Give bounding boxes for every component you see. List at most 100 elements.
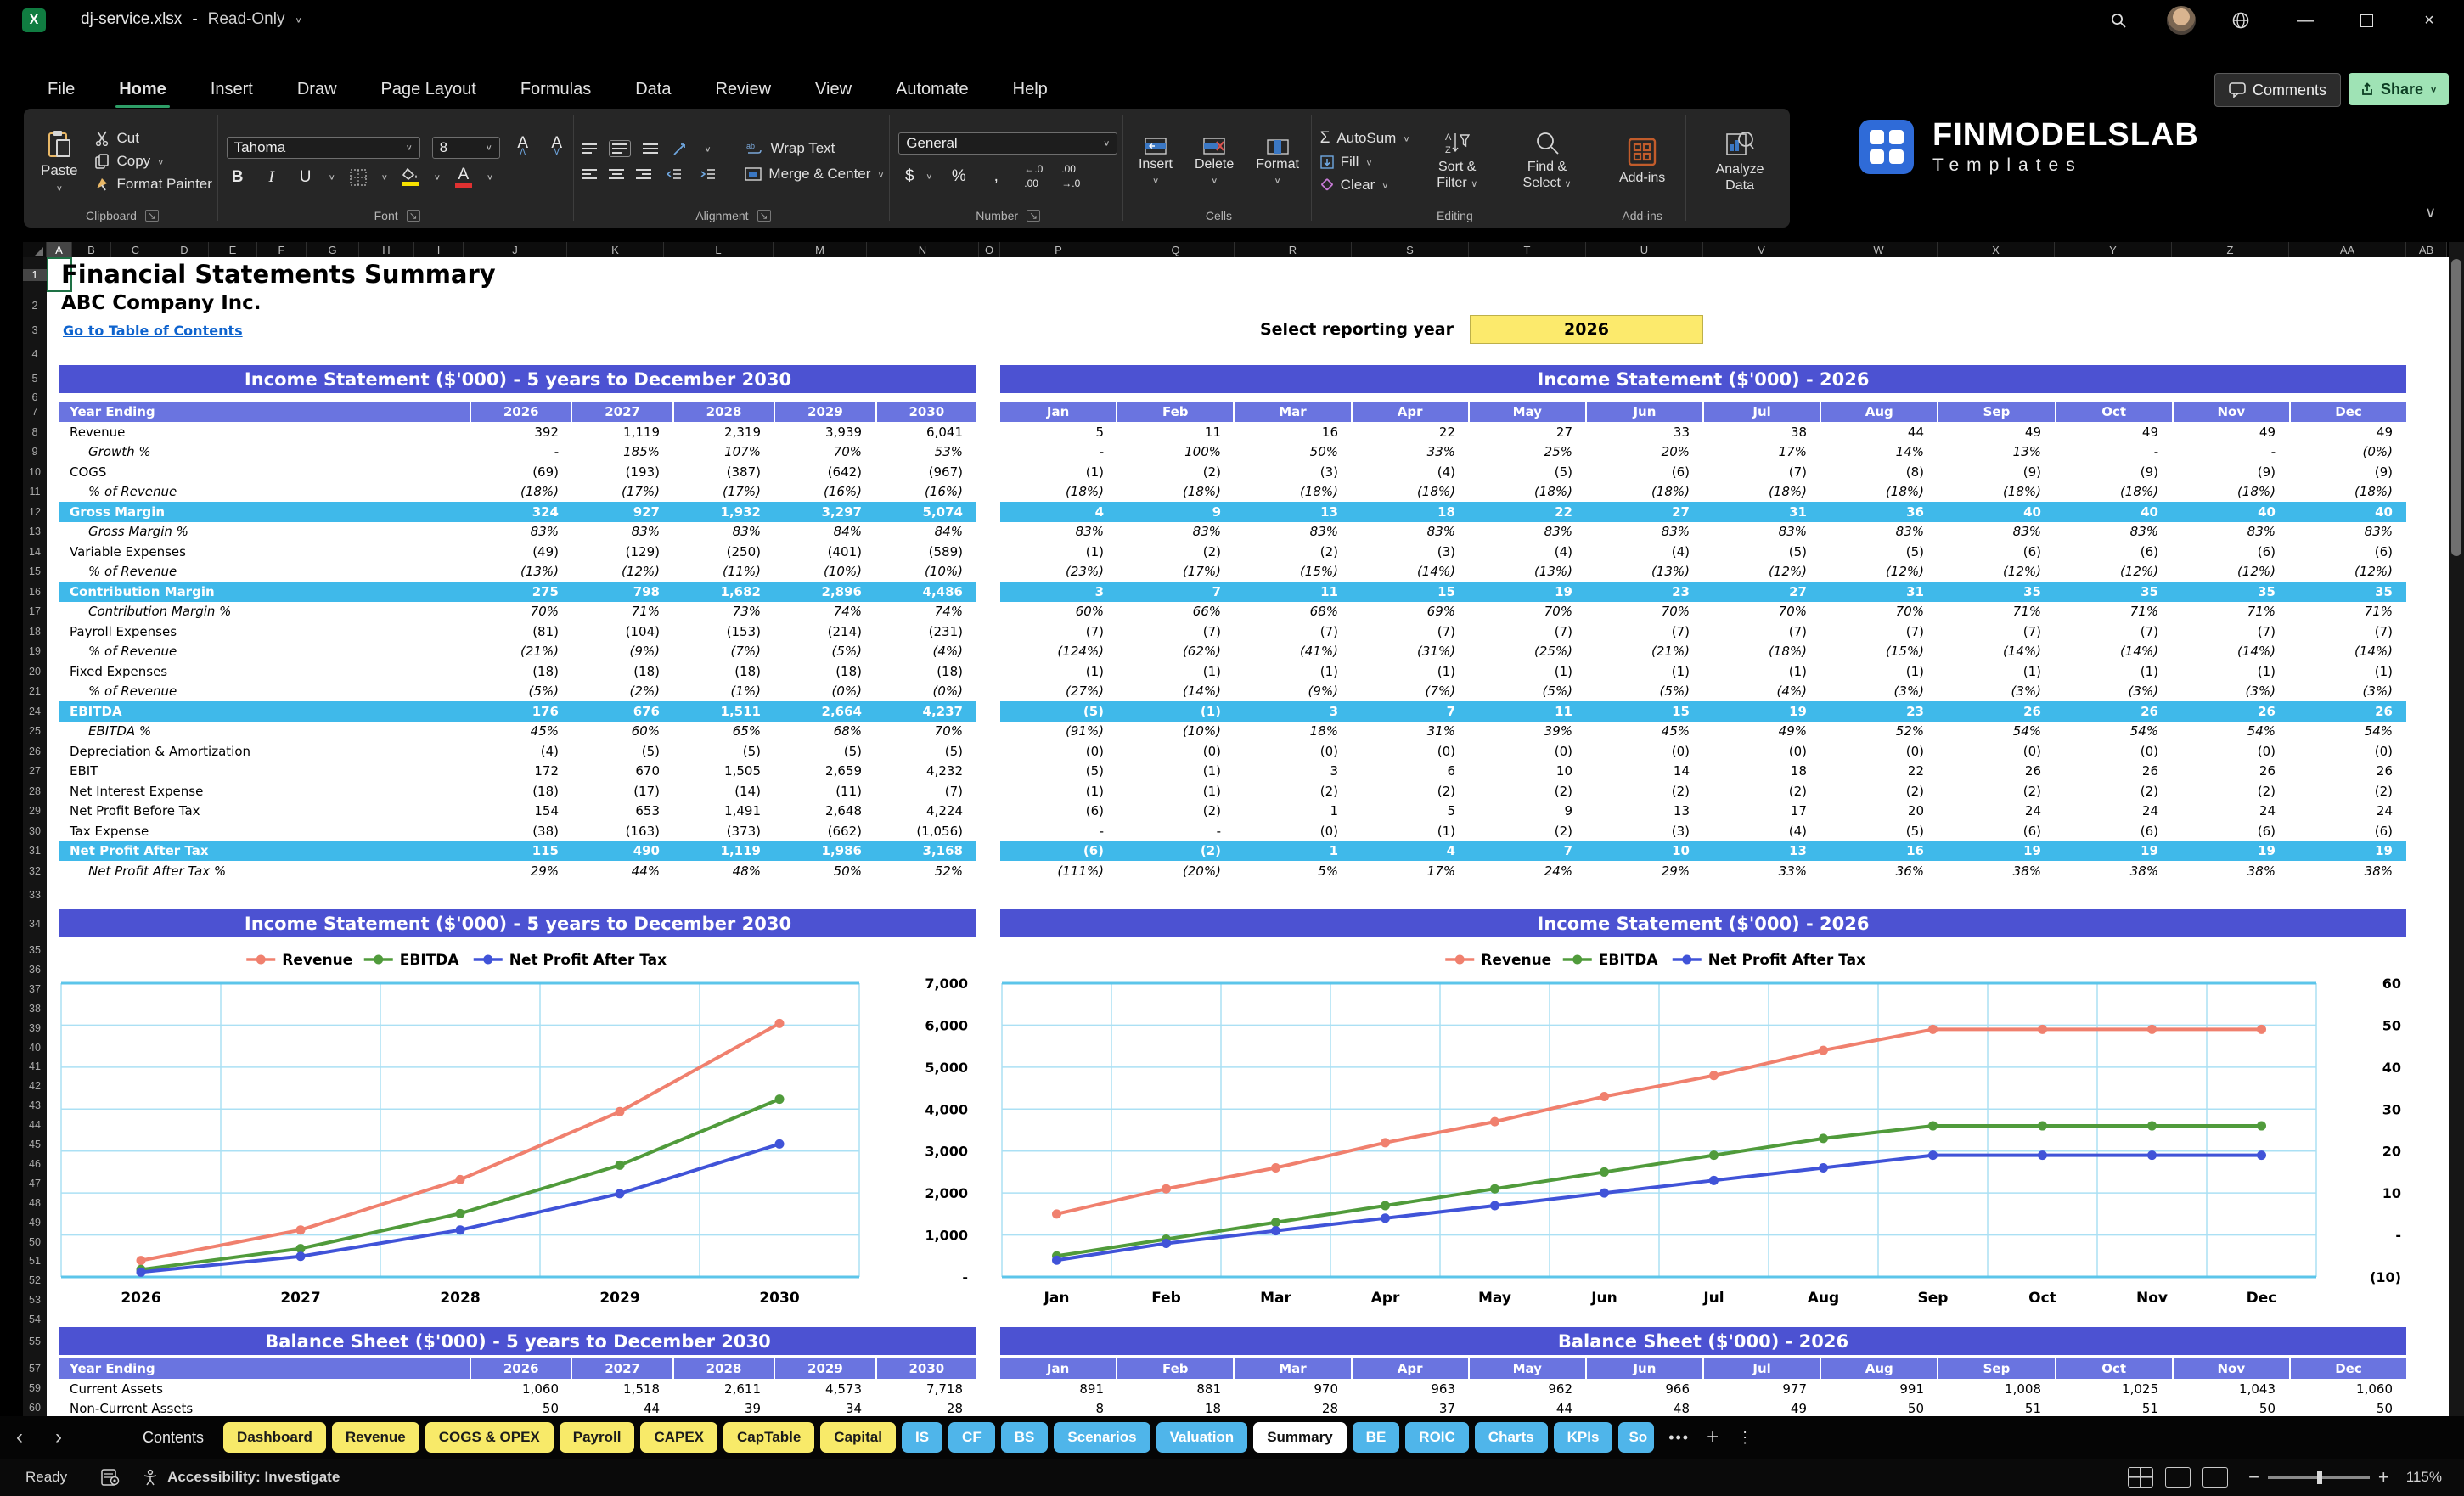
- cell[interactable]: (7): [1820, 624, 1938, 639]
- cell[interactable]: -: [471, 444, 572, 459]
- row-header-21[interactable]: 21: [23, 685, 47, 697]
- cell[interactable]: 4,486: [875, 584, 976, 599]
- cell[interactable]: 44%: [572, 863, 673, 879]
- cell[interactable]: 1: [1235, 803, 1352, 818]
- cell[interactable]: 392: [471, 425, 572, 440]
- ribbon-tab-help[interactable]: Help: [991, 75, 1070, 104]
- cell[interactable]: 1,025: [2055, 1381, 2172, 1397]
- cell[interactable]: (3%): [1820, 683, 1938, 699]
- column-header-Y[interactable]: Y: [2055, 242, 2172, 258]
- sheet-tab-payroll[interactable]: Payroll: [560, 1422, 635, 1453]
- row-label[interactable]: % of Revenue: [59, 644, 471, 659]
- row-label[interactable]: Payroll Expenses: [59, 624, 471, 639]
- sheet-tab-contents[interactable]: Contents: [129, 1422, 217, 1453]
- cell[interactable]: 107%: [673, 444, 774, 459]
- cell[interactable]: (124%): [1000, 644, 1117, 659]
- cell[interactable]: 35: [2172, 584, 2289, 599]
- sheet-nav-left[interactable]: ‹: [0, 1426, 39, 1449]
- increase-decimal-button[interactable]: ←.0.00: [1022, 162, 1044, 191]
- cell[interactable]: 54%: [1938, 723, 2055, 739]
- cell[interactable]: 28: [1235, 1401, 1352, 1416]
- alignment-dialog-launcher[interactable]: ↘: [757, 210, 771, 222]
- cell[interactable]: (6): [1938, 544, 2055, 560]
- delete-cells-button[interactable]: Delete∨: [1188, 138, 1240, 186]
- row-header-45[interactable]: 45: [23, 1139, 47, 1150]
- cell[interactable]: 14: [1586, 763, 1703, 779]
- cell[interactable]: (0): [1235, 744, 1352, 759]
- cell[interactable]: (5%): [1469, 683, 1586, 699]
- cell[interactable]: (0): [1703, 744, 1820, 759]
- cell[interactable]: (18): [673, 664, 774, 679]
- cell[interactable]: 4,224: [875, 803, 976, 818]
- cell[interactable]: 676: [572, 704, 673, 719]
- cell[interactable]: 7: [1469, 843, 1586, 858]
- cell[interactable]: 2,611: [673, 1381, 774, 1397]
- row-label[interactable]: Contribution Margin: [59, 584, 471, 599]
- italic-button[interactable]: I: [261, 170, 283, 184]
- accounting-format-button[interactable]: $: [898, 169, 920, 183]
- find-select-button[interactable]: Find & Select ∨: [1505, 130, 1589, 193]
- table-column-header[interactable]: Dec: [2291, 402, 2406, 422]
- cell[interactable]: 29%: [1586, 863, 1703, 879]
- row-header-60[interactable]: 60: [23, 1402, 47, 1414]
- decrease-decimal-button[interactable]: .00→.0: [1060, 162, 1082, 191]
- cell[interactable]: 44: [572, 1401, 673, 1416]
- column-header-P[interactable]: P: [1000, 242, 1117, 258]
- cell[interactable]: (5%): [774, 644, 875, 659]
- increase-font-button[interactable]: Aᐱ: [512, 136, 534, 160]
- column-header-H[interactable]: H: [359, 242, 414, 258]
- row-header-50[interactable]: 50: [23, 1236, 47, 1248]
- cell[interactable]: 74%: [774, 604, 875, 619]
- cell[interactable]: (214): [774, 624, 875, 639]
- clipboard-dialog-launcher[interactable]: ↘: [145, 210, 159, 222]
- column-header-R[interactable]: R: [1235, 242, 1352, 258]
- normal-view-button[interactable]: [2128, 1467, 2153, 1488]
- increase-indent-button[interactable]: [697, 168, 719, 180]
- cell[interactable]: 2,896: [774, 584, 875, 599]
- table-column-header[interactable]: 2026: [471, 402, 572, 422]
- cell[interactable]: (16%): [875, 484, 976, 499]
- vertical-scrollbar-thumb[interactable]: [2451, 259, 2461, 556]
- select-all-corner[interactable]: [23, 242, 47, 258]
- cell[interactable]: (18): [572, 664, 673, 679]
- cell[interactable]: (18): [774, 664, 875, 679]
- cell[interactable]: (0): [1000, 744, 1117, 759]
- zoom-slider-thumb[interactable]: [2317, 1471, 2322, 1484]
- cell[interactable]: (18%): [471, 484, 572, 499]
- cell[interactable]: (2): [1235, 544, 1352, 560]
- cell[interactable]: (3%): [2055, 683, 2172, 699]
- cell[interactable]: (2): [1703, 784, 1820, 799]
- cell[interactable]: (9%): [572, 644, 673, 659]
- cell[interactable]: (10%): [1117, 723, 1235, 739]
- cell[interactable]: 19: [1938, 843, 2055, 858]
- row-header-9[interactable]: 9: [23, 446, 47, 458]
- cell[interactable]: 26: [2172, 704, 2289, 719]
- row-header-11[interactable]: 11: [23, 486, 47, 498]
- cell[interactable]: (153): [673, 624, 774, 639]
- cell[interactable]: (2): [1586, 784, 1703, 799]
- row-header-15[interactable]: 15: [23, 565, 47, 577]
- cell[interactable]: 8: [1000, 1401, 1117, 1416]
- cell[interactable]: 50%: [774, 863, 875, 879]
- cell[interactable]: 52%: [875, 863, 976, 879]
- cell[interactable]: 966: [1586, 1381, 1703, 1397]
- cell[interactable]: 60%: [1000, 604, 1117, 619]
- cell[interactable]: 50: [471, 1401, 572, 1416]
- cell[interactable]: 6: [1352, 763, 1469, 779]
- row-header-54[interactable]: 54: [23, 1313, 47, 1325]
- cell[interactable]: 5: [1352, 803, 1469, 818]
- cell[interactable]: (2): [1469, 824, 1586, 839]
- cell[interactable]: 68%: [774, 723, 875, 739]
- cell[interactable]: 33%: [1352, 444, 1469, 459]
- cell[interactable]: 36: [1820, 504, 1938, 520]
- cell[interactable]: 70%: [774, 444, 875, 459]
- table-column-header[interactable]: Aug: [1821, 402, 1938, 422]
- row-header-27[interactable]: 27: [23, 765, 47, 777]
- cell[interactable]: (18%): [1703, 644, 1820, 659]
- cell[interactable]: 20%: [1586, 444, 1703, 459]
- cell[interactable]: 49: [1938, 425, 2055, 440]
- cell[interactable]: (4%): [875, 644, 976, 659]
- table-column-header[interactable]: May: [1470, 402, 1587, 422]
- cell[interactable]: (81): [471, 624, 572, 639]
- cell[interactable]: 19: [1469, 584, 1586, 599]
